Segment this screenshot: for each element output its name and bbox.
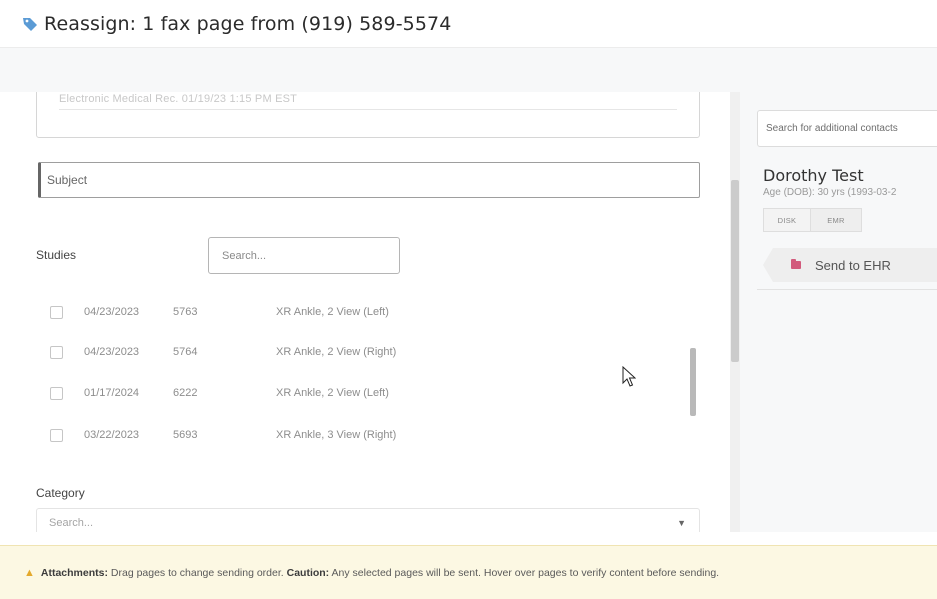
send-to-ehr-label: Send to EHR [815, 257, 891, 273]
study-date: 04/23/2023 [84, 346, 140, 358]
study-date: 04/23/2023 [84, 306, 140, 318]
attachments-text: Drag pages to change sending order. [107, 566, 287, 579]
study-row[interactable]: 04/23/2023 5764 XR Ankle, 2 View (Right) [50, 342, 396, 362]
message-box-text: Electronic Medical Rec. 01/19/23 1:15 PM… [59, 93, 298, 105]
study-description: XR Ankle, 2 View (Left) [276, 306, 389, 318]
dialog-header: Reassign: 1 fax page from (919) 589-5574 [0, 0, 937, 48]
mouse-cursor-icon [622, 366, 636, 387]
study-description: XR Ankle, 2 View (Right) [276, 346, 397, 358]
contact-age: Age (DOB): 30 yrs (1993-03-2 [763, 187, 897, 198]
chevron-down-icon[interactable]: ▼ [677, 518, 686, 528]
studies-search-input[interactable] [208, 237, 400, 274]
study-number: 5693 [173, 429, 198, 441]
tab-emr[interactable]: EMR [810, 208, 862, 232]
contact-card: Dorothy Test Age (DOB): 30 yrs (1993-03-… [757, 160, 937, 290]
attachments-notice: ▲ Attachments: Drag pages to change send… [0, 545, 937, 599]
study-description: XR Ankle, 2 View (Left) [276, 387, 389, 399]
caution-text: Any selected pages will be sent. Hover o… [329, 566, 720, 579]
send-to-ehr-button[interactable]: Send to EHR [763, 248, 937, 282]
study-checkbox[interactable] [50, 386, 63, 400]
study-number: 6222 [173, 387, 198, 399]
dialog-title: Reassign: 1 fax page from (919) 589-5574 [44, 12, 452, 35]
contact-tabs: DISK EMR [763, 208, 862, 232]
message-box-divider [59, 109, 677, 110]
reassign-form-panel: Electronic Medical Rec. 01/19/23 1:15 PM… [18, 92, 720, 532]
contacts-panel: Dorothy Test Age (DOB): 30 yrs (1993-03-… [740, 92, 937, 532]
study-checkbox[interactable] [50, 428, 63, 442]
study-description: XR Ankle, 3 View (Right) [276, 429, 397, 441]
studies-label: Studies [36, 248, 77, 262]
header-band [0, 48, 937, 92]
category-placeholder: Search... [49, 517, 94, 529]
tag-icon [23, 17, 37, 31]
studies-scrollbar[interactable] [690, 348, 696, 416]
form-scrollbar-thumb[interactable] [731, 180, 739, 362]
message-box: Electronic Medical Rec. 01/19/23 1:15 PM… [36, 92, 700, 138]
folder-icon [791, 259, 801, 269]
contact-name: Dorothy Test [763, 166, 864, 185]
study-number: 5763 [173, 306, 198, 318]
attachments-label: Attachments: [40, 566, 108, 579]
study-row[interactable]: 03/22/2023 5693 XR Ankle, 3 View (Right) [50, 425, 396, 445]
caution-label: Caution: [286, 566, 330, 579]
tab-disk[interactable]: DISK [763, 208, 811, 232]
warning-icon: ▲ [24, 566, 35, 579]
category-select[interactable]: Search... ▼ [36, 508, 700, 532]
study-date: 03/22/2023 [84, 429, 140, 441]
study-row[interactable]: 04/23/2023 5763 XR Ankle, 2 View (Left) [50, 302, 389, 322]
subject-input[interactable] [38, 162, 700, 198]
category-label: Category [36, 486, 85, 500]
contact-search-input[interactable] [757, 110, 937, 147]
study-checkbox[interactable] [50, 305, 63, 319]
study-number: 5764 [173, 346, 198, 358]
study-checkbox[interactable] [50, 345, 63, 359]
study-row[interactable]: 01/17/2024 6222 XR Ankle, 2 View (Left) [50, 383, 389, 403]
study-date: 01/17/2024 [84, 387, 140, 399]
